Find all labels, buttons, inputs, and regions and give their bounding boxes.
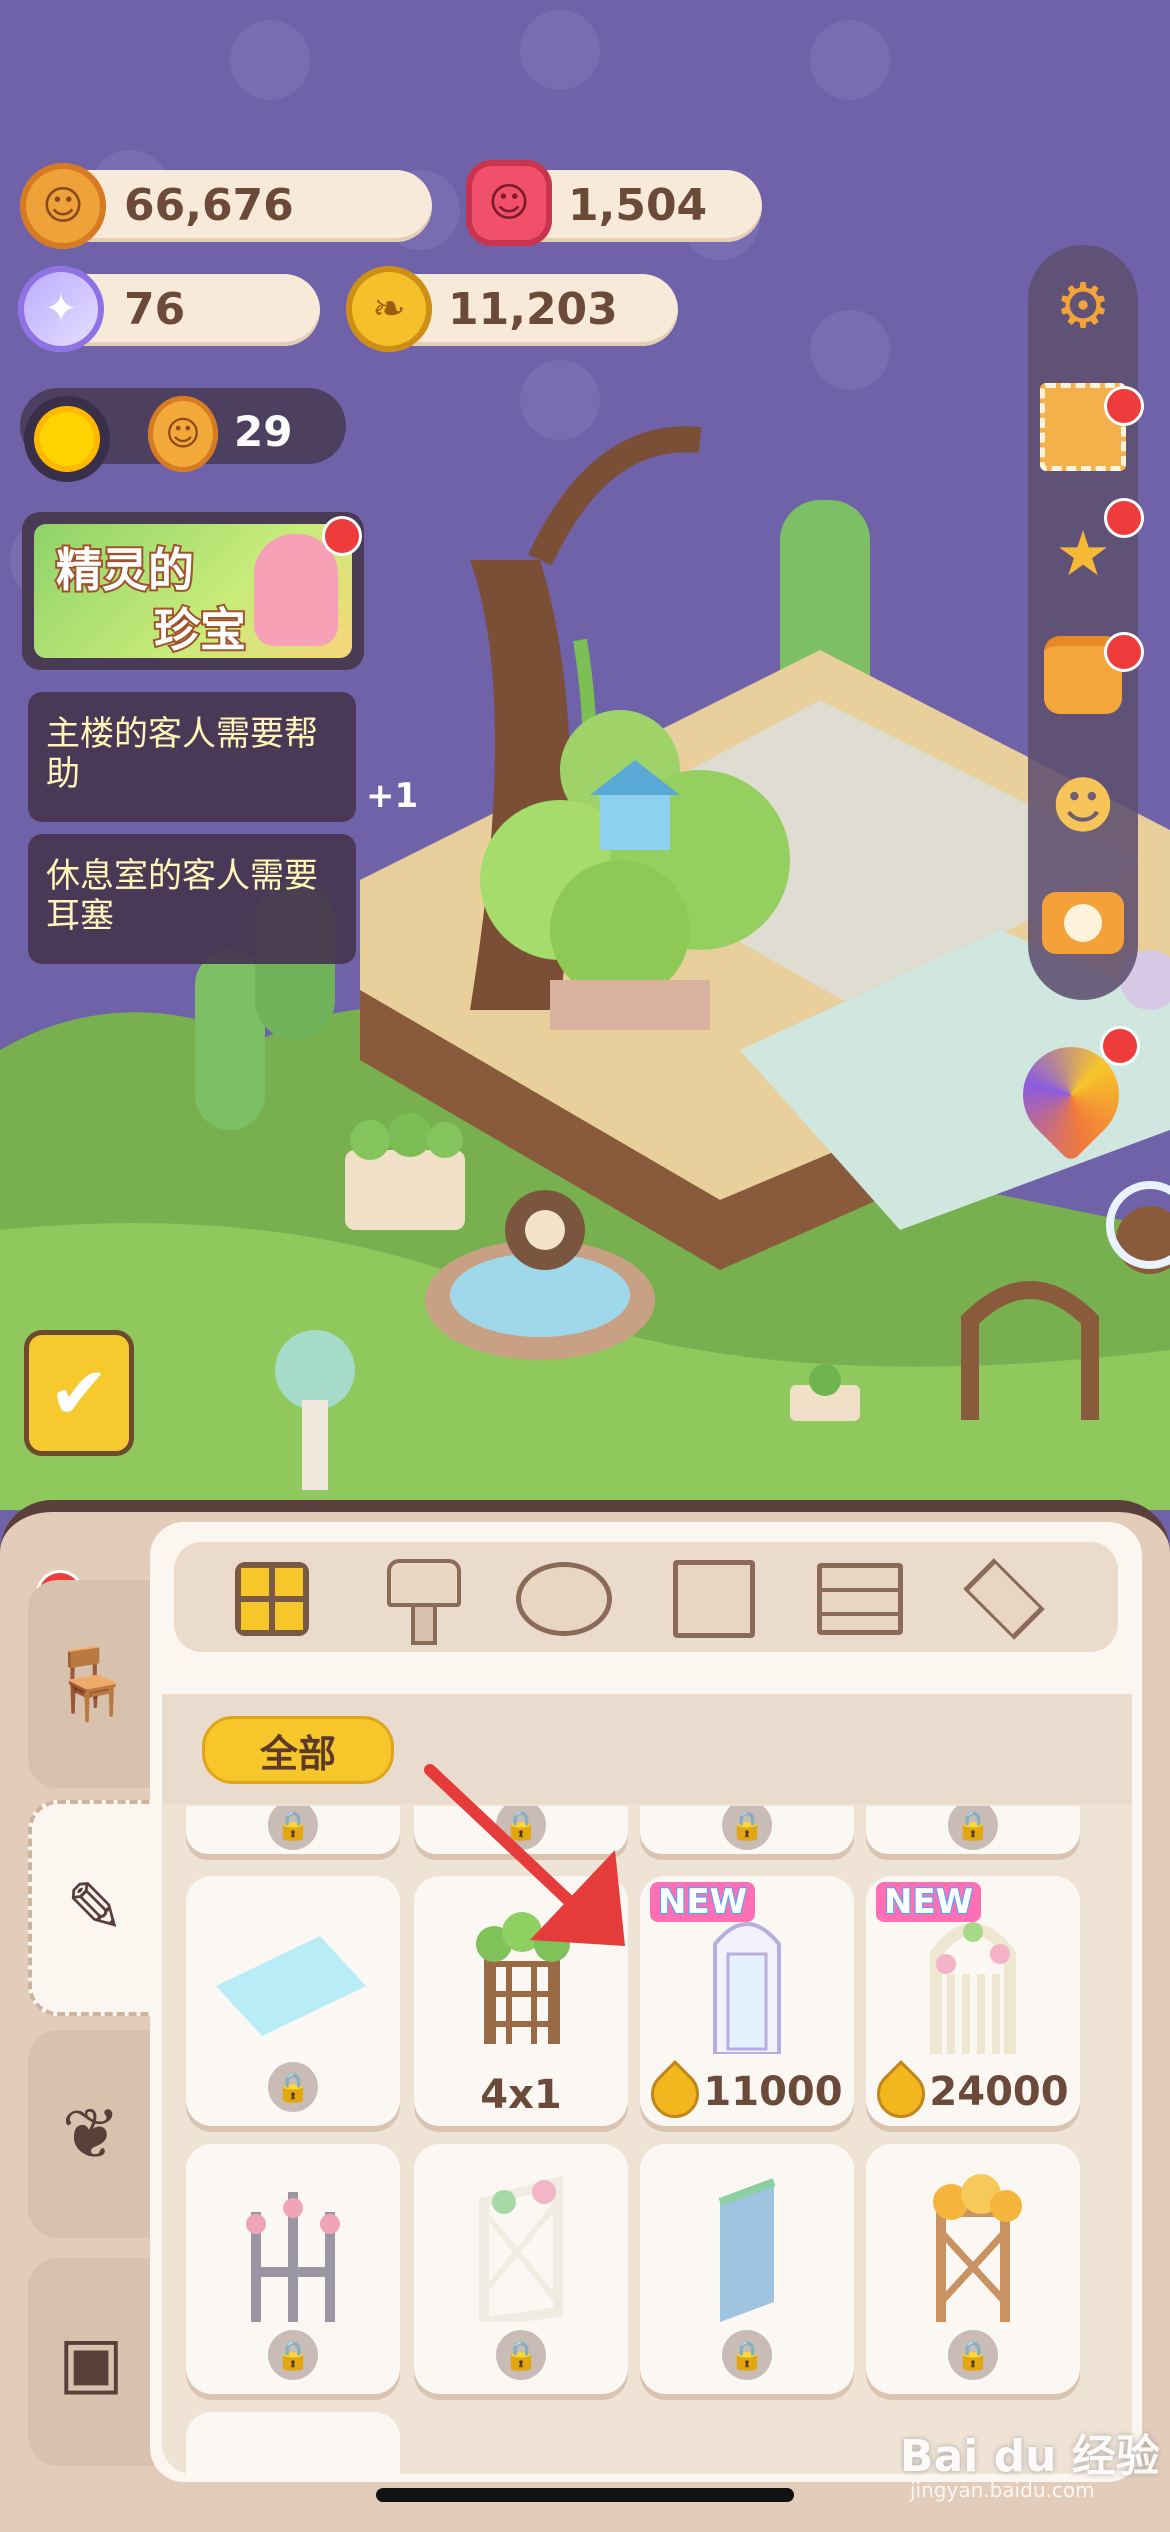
lock-icon: 🔒 [268,1806,318,1850]
event-title-line2: 珍宝 [152,601,248,658]
stamp-notification-dot [1104,386,1144,426]
cookie-amount: 66,676 [124,180,294,231]
box-icon: ▣ [57,2321,125,2403]
item-card-partial[interactable]: 🔒 [414,1806,628,1854]
wall-panel-icon[interactable] [666,1555,762,1643]
event-banner-art: 精灵的 珍宝 [34,524,352,658]
chair-icon: 🪑 [47,1642,135,1725]
leaf-amount: 11,203 [448,284,618,335]
lock-icon: 🔒 [268,2062,318,2112]
white-door-art [713,1922,781,2054]
flower-lattice-art [479,2175,563,2322]
item-card-partial[interactable]: 🔒 [640,1806,854,1854]
leaf-icon [641,2060,710,2126]
new-badge: NEW [650,1881,756,1923]
grid-icon[interactable] [224,1555,320,1643]
task-card[interactable]: 主楼的客人需要帮助 [28,692,356,822]
event-title-line1: 精灵的 [54,541,196,599]
ruby-face-icon: ☺ [466,160,552,246]
brick-icon[interactable] [812,1555,908,1643]
event-notification-dot [322,516,362,556]
lock-icon: 🔒 [722,1806,772,1850]
star-notification-dot [1104,498,1144,538]
item-card-ice-floor-tile[interactable]: 🔒 [186,1876,400,2126]
lock-icon: 🔒 [722,2330,772,2380]
cookie-icon: ☺ [20,163,106,249]
task-text: 主楼的客人需要帮助 [46,714,318,794]
watermark-url: jingyan.baidu.com [910,2478,1095,2502]
side-tab-decor[interactable]: ✎ [28,1800,158,2016]
blue-panel-art [718,2178,776,2322]
lock-icon: 🔒 [948,2330,998,2380]
level-count: 29 [234,407,293,456]
lock-icon: 🔒 [268,2330,318,2380]
item-size-label: 4x1 [480,2072,562,2118]
autumn-lattice-art [933,2174,1022,2322]
lamp-icon[interactable] [372,1555,468,1645]
leaf-icon: ❦ [61,2093,121,2175]
side-tab-plants[interactable]: ❦ [28,2030,154,2238]
confirm-check-button[interactable]: ✔ [24,1330,134,1456]
friends-icon[interactable]: ☻ [1040,762,1126,848]
rug-icon[interactable] [516,1555,612,1643]
event-fan-notification-dot [1100,1026,1140,1066]
item-card-partial[interactable] [186,2412,400,2482]
filter-all-button[interactable]: 全部 [202,1716,394,1784]
item-card-partial[interactable]: 🔒 [186,1806,400,1854]
fairy-character-icon [254,534,338,646]
task-text: 休息室的客人需要耳塞 [46,856,318,936]
gear-icon[interactable]: ⚙ [1040,262,1126,348]
cookie-friend-icon: ☺ [148,396,218,472]
game-scene[interactable]: 66,676 ☺ 1,504 ☺ 76 ✦ 11,203 ❧ ☺ 29 精灵的 … [0,0,1170,1510]
item-card-autumn-lattice[interactable]: 🔒 [866,2144,1080,2394]
item-price: 11000 [640,2060,854,2126]
reward-popup: +1 [366,776,419,816]
checkmark-icon: ✔ [48,1351,110,1435]
ruby-amount: 1,504 [568,180,708,231]
lock-icon: 🔒 [948,1806,998,1850]
vine-arch-art [476,1912,570,2044]
white-fence-art [930,1922,1016,2054]
cookie-currency-pill[interactable]: 66,676 [50,170,432,242]
item-card-blue-panel[interactable]: 🔒 [640,2144,854,2394]
candy-icon: ✦ [18,266,104,352]
item-card-flower-lattice[interactable]: 🔒 [414,2144,628,2394]
item-card-partial[interactable]: 🔒 [866,1806,1080,1854]
item-card-vine-arch-gate[interactable]: 4x1 [414,1876,628,2126]
brush-icon: ✎ [65,1867,125,1949]
home-indicator[interactable] [376,2488,794,2502]
sun-icon[interactable] [24,396,110,482]
item-card-heart-fence[interactable]: 🔒 [186,2144,400,2394]
event-banner[interactable]: 精灵的 珍宝 [22,512,364,670]
backpack-notification-dot [1104,632,1144,672]
item-price: 24000 [866,2060,1080,2126]
ice-tile-art [187,1936,395,2036]
candy-amount: 76 [124,284,186,335]
item-card-white-door-arch[interactable]: NEW 11000 [640,1876,854,2126]
item-card-white-fence-arch[interactable]: NEW 24000 [866,1876,1080,2126]
floor-tile-icon[interactable] [956,1555,1052,1643]
leaf-icon [867,2060,936,2126]
side-tab-storage[interactable]: ▣ [28,2258,154,2466]
task-card[interactable]: 休息室的客人需要耳塞 [28,834,356,964]
heart-fence-art [246,2192,340,2322]
side-tab-furniture[interactable]: 🪑 [28,1580,154,1788]
leaf-icon: ❧ [346,266,432,352]
new-badge: NEW [876,1881,982,1923]
camera-icon[interactable] [1040,880,1126,966]
lock-icon: 🔒 [496,1806,546,1850]
lock-icon: 🔒 [496,2330,546,2380]
watermark-brand: Bai du 经验 [900,2431,1160,2482]
